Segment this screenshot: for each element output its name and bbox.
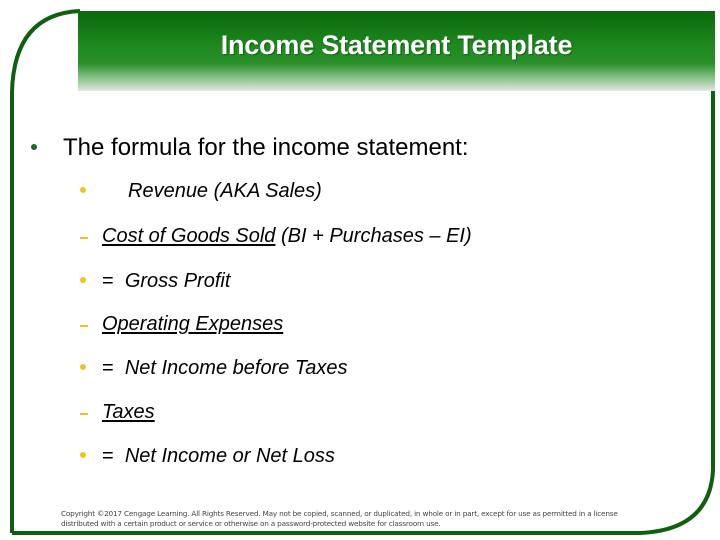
item-text: Revenue (AKA Sales) — [128, 180, 322, 202]
formula-item: = Gross Profit — [80, 270, 230, 293]
operator: = — [102, 270, 114, 292]
operator: = — [102, 357, 114, 379]
item-text: Net Income before Taxes — [124, 357, 348, 379]
dot-bullet-icon — [80, 363, 86, 370]
item-marker — [80, 401, 102, 424]
slide-content: The formula for the income statement: Re… — [0, 0, 720, 540]
formula-item: Operating Expenses — [80, 313, 283, 336]
dash-bullet-icon — [80, 324, 88, 327]
formula-item: Revenue (AKA Sales) — [80, 180, 322, 203]
item-underlined-text: Cost of Goods Sold — [102, 225, 276, 247]
formula-item: Cost of Goods Sold (BI + Purchases – EI) — [80, 225, 472, 248]
copyright-notice: Copyright ©2017 Cengage Learning. All Ri… — [61, 509, 681, 529]
item-text: Gross Profit — [124, 270, 231, 292]
item-marker — [80, 357, 102, 380]
bullet-dot-icon — [31, 143, 37, 150]
dash-bullet-icon — [80, 236, 88, 239]
main-bullet: The formula for the income statement: — [31, 134, 469, 162]
item-marker — [80, 270, 102, 293]
operator: = — [102, 445, 114, 467]
item-marker — [80, 180, 102, 203]
item-underlined-text: Taxes — [102, 401, 155, 423]
formula-item: = Net Income before Taxes — [80, 357, 348, 380]
copyright-line-1: Copyright ©2017 Cengage Learning. All Ri… — [61, 509, 618, 518]
item-underlined-text: Operating Expenses — [102, 313, 284, 335]
dot-bullet-icon — [80, 451, 86, 458]
item-marker — [80, 445, 102, 468]
formula-item: Taxes — [80, 401, 155, 424]
dot-bullet-icon — [80, 186, 86, 193]
item-marker — [80, 225, 102, 248]
item-suffix: (BI + Purchases – EI) — [275, 225, 472, 247]
dot-bullet-icon — [80, 276, 86, 283]
main-bullet-text: The formula for the income statement: — [63, 134, 469, 161]
item-marker — [80, 313, 102, 336]
formula-item: = Net Income or Net Loss — [80, 445, 335, 468]
item-text: Net Income or Net Loss — [124, 445, 335, 467]
dash-bullet-icon — [80, 412, 88, 415]
copyright-line-2: distributed with a certain product or se… — [61, 519, 441, 528]
